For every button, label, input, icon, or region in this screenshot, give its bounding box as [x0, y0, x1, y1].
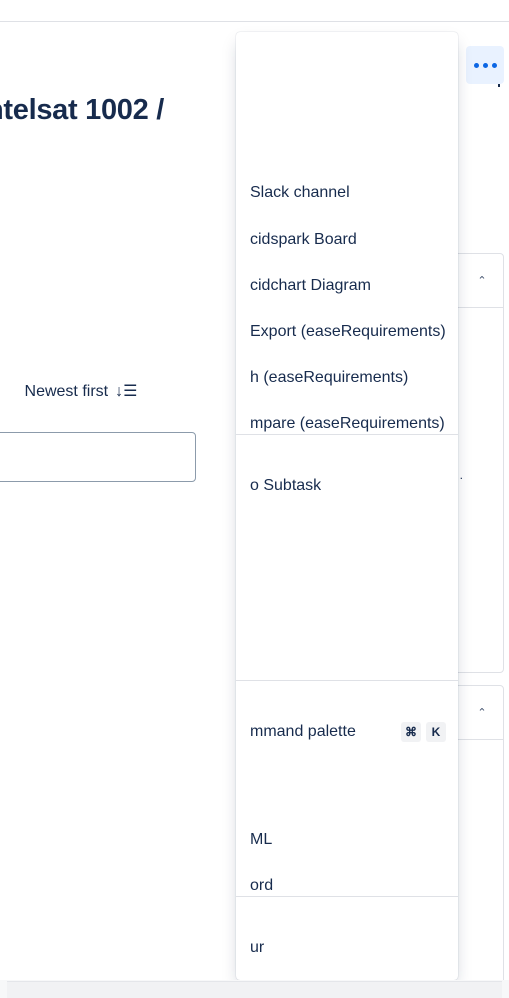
sort-descending-icon: ↓☰ [115, 383, 138, 400]
chevron-up-icon[interactable]: ⌃ [471, 702, 493, 724]
menu-item[interactable]: ur [236, 928, 458, 968]
bottom-strip-inner [7, 981, 502, 998]
sort-order-button[interactable]: Newest first ↓☰ [19, 377, 144, 407]
keyboard-key: K [426, 722, 446, 742]
rail-text-fragment: . [459, 468, 463, 482]
menu-item[interactable]: cidspark Board [236, 220, 458, 260]
menu-item-label: mpare (easeRequirements) [250, 415, 445, 432]
top-nav-divider [0, 21, 509, 22]
menu-item-label: h (easeRequirements) [250, 369, 409, 386]
menu-item[interactable]: mpare (easeRequirements) [236, 404, 458, 444]
menu-item[interactable]: mmand palette ⌘ K [236, 712, 458, 752]
keyboard-key: ⌘ [401, 722, 421, 742]
menu-item-label: ord [250, 877, 274, 894]
ellipsis-icon [482, 62, 488, 68]
app-root: ntelsat 1002 / ⌃ ⌃ ▎ ▎ . arize Newest fi… [0, 0, 509, 998]
page-title: ntelsat 1002 / [0, 94, 164, 126]
activity-toolbar: arize Newest first ↓☰ [0, 376, 143, 408]
menu-item-label: ML [250, 831, 273, 848]
menu-item-label: mmand palette [250, 723, 356, 740]
menu-item-label: o Subtask [250, 477, 322, 494]
menu-item-label: Slack channel [250, 184, 350, 201]
comment-composer-input[interactable] [0, 432, 196, 482]
menu-item[interactable]: h (easeRequirements) [236, 358, 458, 398]
menu-item-label: cidchart Diagram [250, 277, 371, 294]
sort-order-label: Newest first [24, 383, 109, 400]
menu-item[interactable]: Export (easeRequirements) [236, 312, 458, 352]
menu-item[interactable]: ML [236, 820, 458, 860]
menu-item[interactable]: o Subtask [236, 466, 458, 506]
menu-separator [236, 680, 458, 681]
ellipsis-icon [473, 62, 479, 68]
ellipsis-icon [491, 62, 497, 68]
menu-item-label: Export (easeRequirements) [250, 323, 446, 340]
more-actions-button[interactable] [466, 46, 504, 84]
menu-item-label: cidspark Board [250, 231, 357, 248]
menu-item[interactable]: cidchart Diagram [236, 266, 458, 306]
menu-item[interactable]: Slack channel [236, 173, 458, 213]
bottom-strip [0, 980, 509, 998]
menu-item-label: ur [250, 939, 265, 956]
menu-item[interactable]: ord [236, 866, 458, 906]
chevron-up-icon[interactable]: ⌃ [471, 270, 493, 292]
menu-item-shortcut: ⌘ K [401, 722, 446, 742]
more-actions-menu: Slack channel cidspark Board cidchart Diag… [236, 32, 458, 980]
